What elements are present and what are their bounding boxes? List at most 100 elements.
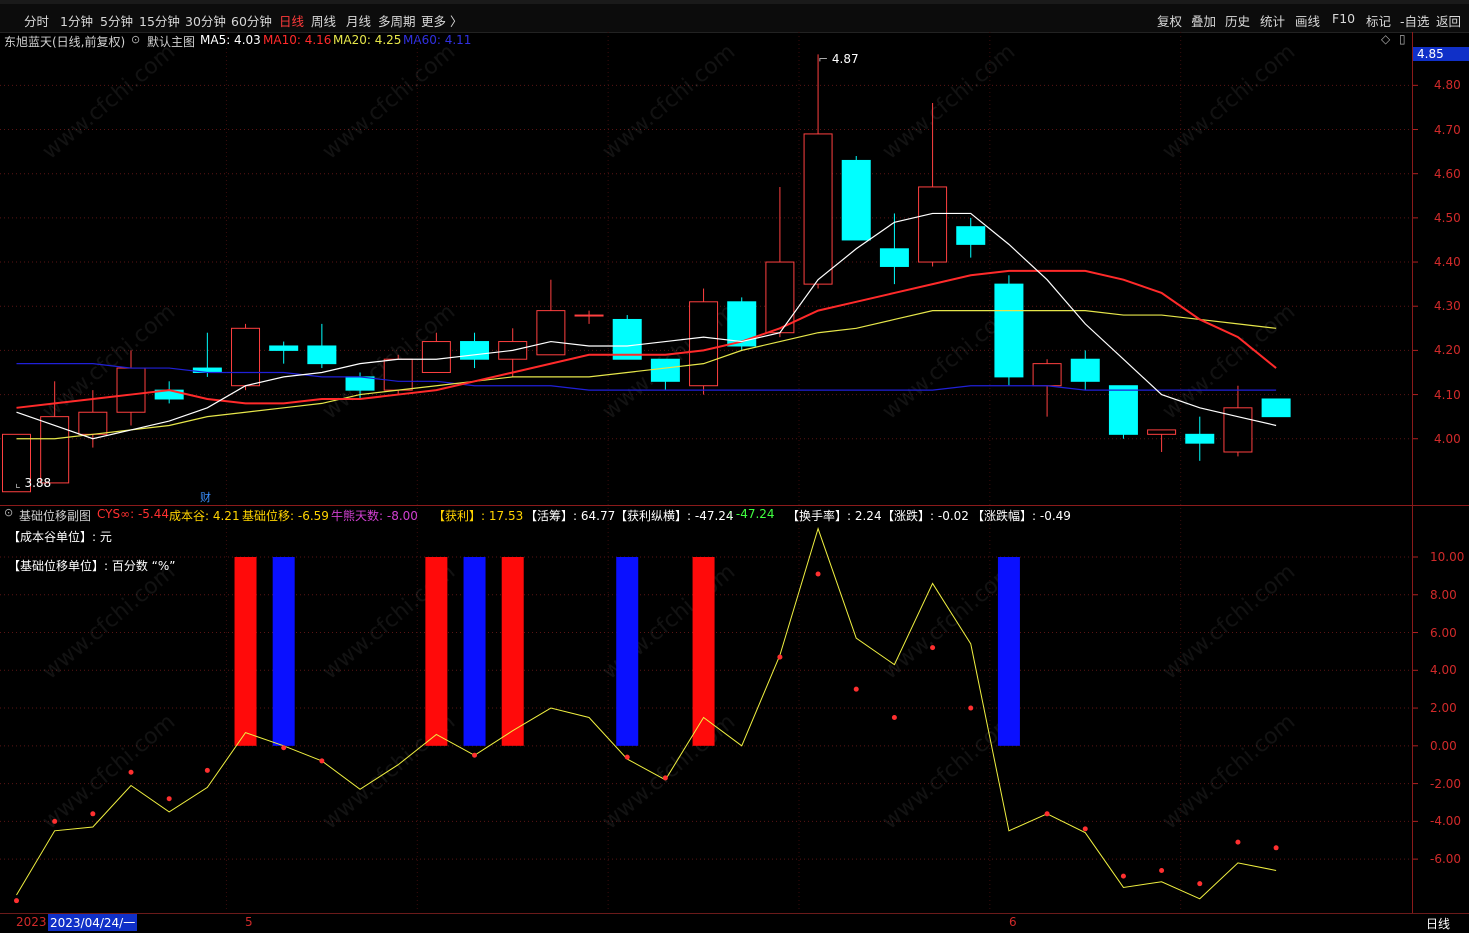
- signal-bar-blue: [272, 556, 295, 746]
- candle-body-down: [307, 345, 337, 365]
- candle-body-up: [116, 367, 146, 413]
- period-label[interactable]: 日线: [1426, 915, 1450, 932]
- signal-dot: [166, 796, 172, 802]
- watermark-text: www.cfchi.com: [318, 39, 460, 164]
- chart-canvas: www.cfchi.com www.cfchi.com www.cfchi.com w…: [0, 32, 1469, 913]
- watermark-text: www.cfchi.com: [38, 709, 180, 834]
- high-price-label: ⌐ 4.87: [818, 52, 859, 66]
- signal-dot: [815, 571, 821, 577]
- price-axis-label: 4.40: [1434, 255, 1461, 270]
- current-price-tag: 4.85: [1413, 47, 1469, 61]
- sub-axis-label: -4.00: [1430, 814, 1462, 829]
- ma5-line: [16, 212, 1277, 440]
- signal-bar-blue: [616, 556, 639, 746]
- signal-bar-red: [425, 556, 448, 746]
- signal-dot: [1159, 867, 1165, 873]
- finance-marker[interactable]: 财: [200, 489, 211, 505]
- watermark-text: www.cfchi.com: [38, 559, 180, 684]
- watermark-text: www.cfchi.com: [38, 39, 180, 164]
- signal-dot: [968, 705, 974, 711]
- candle-body-up: [231, 327, 261, 387]
- shift-line: [16, 527, 1277, 900]
- signal-dot: [472, 752, 478, 758]
- signal-dot: [777, 654, 783, 660]
- month-6-label: 6: [1009, 915, 1017, 929]
- signal-dot: [891, 715, 897, 720]
- watermark-text: www.cfchi.com: [1158, 559, 1300, 684]
- candle-body-down: [1185, 433, 1215, 444]
- price-axis-label: 4.10: [1434, 387, 1461, 402]
- candle-body-up: [918, 186, 948, 263]
- candle-body-up: [536, 310, 566, 356]
- signal-dot: [1044, 811, 1050, 817]
- price-axis-label: 4.70: [1434, 122, 1461, 137]
- watermark-text: www.cfchi.com: [1158, 39, 1300, 164]
- candle-body-up: [765, 261, 795, 334]
- watermark-text: www.cfchi.com: [878, 39, 1020, 164]
- base-shift-chart[interactable]: [14, 527, 1279, 904]
- signal-dot: [1197, 881, 1203, 887]
- sub-axis-label: 4.00: [1430, 663, 1457, 678]
- price-axis-label: 4.60: [1434, 166, 1461, 181]
- signal-dot: [624, 754, 630, 760]
- signal-bar-blue: [463, 556, 486, 746]
- candle-body-down: [269, 345, 299, 351]
- sub-axis-label: -6.00: [1430, 852, 1462, 867]
- signal-dot: [662, 775, 668, 781]
- signal-dot: [853, 686, 859, 692]
- signal-bar-red: [501, 556, 524, 746]
- signal-dot: [90, 811, 96, 817]
- candle-body-up: [78, 411, 108, 435]
- candle-body-down: [879, 248, 909, 267]
- candle-body-up: [803, 133, 833, 285]
- candle-body-down: [994, 283, 1024, 378]
- low-price-label: ⌞ 3.88: [15, 476, 52, 490]
- candle-body-down: [612, 318, 642, 360]
- price-axis-label: 4.50: [1434, 210, 1461, 225]
- price-axis-label: 4.20: [1434, 343, 1461, 358]
- sub-axis-label: 2.00: [1430, 701, 1457, 716]
- watermarks: www.cfchi.com www.cfchi.com www.cfchi.com w…: [38, 39, 1300, 834]
- candle-body-up: [383, 358, 413, 391]
- candle-body-down: [345, 376, 375, 391]
- candle-body-up: [574, 314, 604, 317]
- signal-dot: [281, 745, 287, 751]
- candle-body-down: [1070, 358, 1100, 382]
- signal-dot: [1120, 873, 1126, 879]
- current-price: 4.85: [1417, 47, 1444, 61]
- signal-dot: [128, 769, 134, 775]
- month-5-label: 5: [245, 915, 253, 929]
- candle-body-up: [40, 416, 70, 484]
- date-axis-bar: 2023 2023/04/24/一 5 6 日线: [0, 913, 1469, 933]
- watermark-text: www.cfchi.com: [1158, 709, 1300, 834]
- candle-body-up: [1147, 429, 1177, 435]
- price-axis-label: 4.30: [1434, 299, 1461, 314]
- signal-dot: [52, 818, 58, 824]
- sub-axis-label: 8.00: [1430, 587, 1457, 602]
- grid-lines: [0, 32, 1469, 913]
- watermark-text: www.cfchi.com: [38, 299, 180, 424]
- year-label: 2023: [16, 915, 47, 929]
- signal-bar-red: [234, 556, 257, 746]
- signal-dot: [319, 758, 325, 764]
- candle-body-down: [956, 226, 986, 245]
- signal-bar-blue: [997, 556, 1020, 746]
- price-axis-label: 4.80: [1434, 78, 1461, 93]
- signal-dot: [1082, 826, 1088, 832]
- signal-dot: [1273, 845, 1279, 851]
- watermark-text: www.cfchi.com: [598, 39, 740, 164]
- candle-body-down: [1261, 398, 1291, 418]
- candle-body-up: [689, 301, 719, 387]
- candle-body-up: [421, 341, 451, 373]
- price-axis-label: 4.00: [1434, 431, 1461, 446]
- sub-axis-label: -2.00: [1430, 776, 1462, 791]
- cursor-date: 2023/04/24/一: [48, 914, 138, 931]
- sub-axis-label: 0.00: [1430, 738, 1457, 753]
- candle-body-down: [841, 159, 871, 241]
- candle-body-down: [460, 341, 490, 360]
- candle-body-down: [1108, 385, 1138, 435]
- signal-dot: [930, 645, 936, 651]
- signal-dot: [204, 767, 210, 773]
- candle-body-up: [1032, 363, 1062, 387]
- sub-axis-label: 6.00: [1430, 625, 1457, 640]
